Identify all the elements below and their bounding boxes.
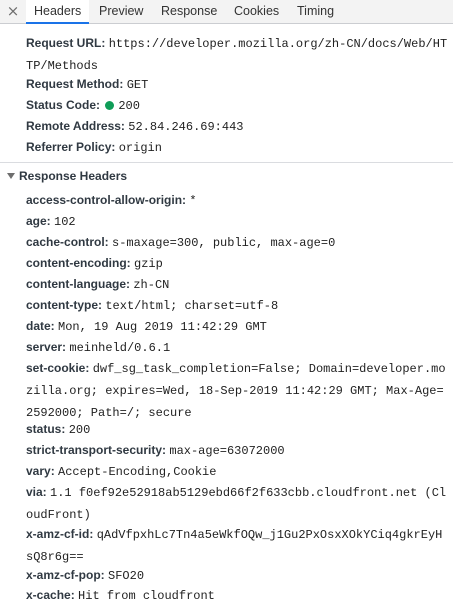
header-row: x-amz-cf-pop: SFO20 [26, 565, 449, 587]
header-name: strict-transport-security: [26, 443, 167, 457]
response-headers-title: Response Headers [19, 169, 128, 183]
header-value: SFO20 [108, 569, 145, 583]
request-method-row: Request Method: GET [26, 74, 449, 96]
remote-address-value: 52.84.246.69:443 [128, 120, 244, 134]
header-row: cache-control: s-maxage=300, public, max… [26, 232, 449, 254]
header-value: max-age=63072000 [169, 444, 285, 458]
request-method-value: GET [126, 78, 149, 92]
header-value: text/html; charset=utf-8 [105, 299, 279, 313]
header-value: gzip [134, 257, 163, 271]
tab-preview[interactable]: Preview [91, 0, 151, 23]
status-code-row: Status Code: 200 [26, 95, 449, 117]
header-value: dwf_sg_task_completion=False; Domain=dev… [26, 362, 446, 420]
header-row: content-language: zh-CN [26, 274, 449, 296]
header-row: age: 102 [26, 211, 449, 233]
header-name: access-control-allow-origin: [26, 193, 187, 207]
header-value: 200 [68, 423, 91, 437]
header-value: s-maxage=300, public, max-age=0 [112, 236, 336, 250]
header-value: 102 [54, 215, 76, 229]
header-row: server: meinheld/0.6.1 [26, 337, 449, 359]
header-name: content-encoding: [26, 256, 131, 270]
header-name: set-cookie: [26, 361, 90, 375]
devtools-tab-bar: × Headers Preview Response Cookies Timin… [0, 0, 453, 24]
header-row: content-encoding: gzip [26, 253, 449, 275]
header-value: * [189, 194, 197, 208]
header-name: status: [26, 422, 66, 436]
header-value: Mon, 19 Aug 2019 11:42:29 GMT [58, 320, 267, 334]
header-value: Accept-Encoding,Cookie [58, 465, 217, 479]
header-row: x-amz-cf-id: qAdVfpxhLc7Tn4a5eWkfOQw_j1G… [26, 524, 449, 568]
close-icon[interactable]: × [6, 4, 20, 19]
header-name: server: [26, 340, 67, 354]
header-name: content-type: [26, 298, 102, 312]
tab-timing[interactable]: Timing [289, 0, 342, 23]
header-row: content-type: text/html; charset=utf-8 [26, 295, 449, 317]
header-value: zh-CN [133, 278, 170, 292]
request-url-row: Request URL: https://developer.mozilla.o… [26, 33, 449, 77]
header-row: via: 1.1 f0ef92e52918ab5129ebd66f2f633cb… [26, 482, 449, 526]
header-row: set-cookie: dwf_sg_task_completion=False… [26, 358, 449, 424]
header-name: date: [26, 319, 55, 333]
header-value: Hit from cloudfront [78, 589, 215, 603]
referrer-policy-row: Referrer Policy: origin [26, 137, 449, 159]
header-value: meinheld/0.6.1 [69, 341, 171, 355]
status-code-label: Status Code: [26, 98, 101, 112]
status-code-value: 200 [118, 99, 140, 113]
header-name: content-language: [26, 277, 130, 291]
header-row: date: Mon, 19 Aug 2019 11:42:29 GMT [26, 316, 449, 338]
referrer-policy-value: origin [118, 141, 162, 155]
header-name: age: [26, 214, 51, 228]
section-divider [0, 162, 453, 163]
tab-response[interactable]: Response [153, 0, 225, 23]
header-name: x-cache: [26, 588, 75, 602]
header-value: 1.1 f0ef92e52918ab5129ebd66f2f633cbb.clo… [26, 486, 447, 522]
referrer-policy-label: Referrer Policy: [26, 140, 116, 154]
tab-cookies[interactable]: Cookies [226, 0, 287, 23]
remote-address-label: Remote Address: [26, 119, 125, 133]
tab-headers[interactable]: Headers [26, 0, 90, 24]
header-name: cache-control: [26, 235, 109, 249]
header-name: x-amz-cf-id: [26, 527, 94, 541]
header-row: access-control-allow-origin: * [26, 190, 449, 212]
header-name: x-amz-cf-pop: [26, 568, 105, 582]
header-row: status: 200 [26, 419, 449, 441]
response-headers-toggle[interactable]: Response Headers [7, 166, 127, 186]
header-name: via: [26, 485, 47, 499]
expand-triangle-icon [7, 173, 15, 179]
status-ok-icon [105, 101, 115, 110]
request-method-label: Request Method: [26, 77, 124, 91]
header-row: x-cache: Hit from cloudfront [26, 585, 449, 607]
header-row: strict-transport-security: max-age=63072… [26, 440, 449, 462]
header-row: vary: Accept-Encoding,Cookie [26, 461, 449, 483]
remote-address-row: Remote Address: 52.84.246.69:443 [26, 116, 449, 138]
header-name: vary: [26, 464, 55, 478]
request-url-label: Request URL: [26, 36, 106, 50]
